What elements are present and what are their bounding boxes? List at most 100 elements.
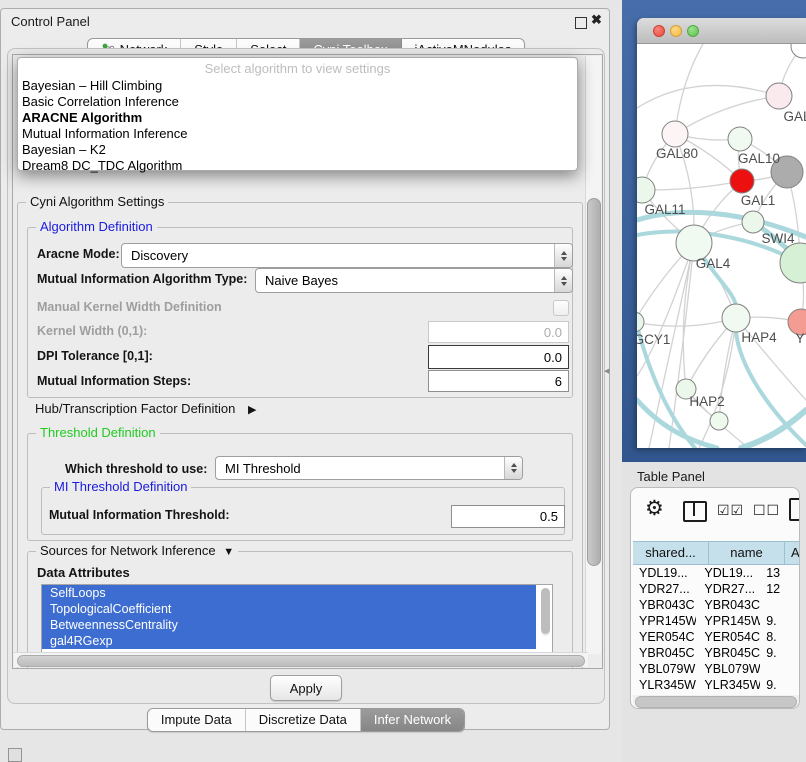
network-edge xyxy=(637,85,779,108)
which-threshold-label: Which threshold to use: xyxy=(65,462,207,476)
network-node-small-bottom[interactable] xyxy=(710,412,728,430)
algorithm-option[interactable]: Basic Correlation Inference xyxy=(18,94,577,110)
table-cell xyxy=(760,597,799,613)
table-row[interactable]: YDL19...YDL19...13 xyxy=(633,565,799,581)
table-cell: 9. xyxy=(760,677,799,693)
settings-horizontal-scrollbar[interactable] xyxy=(14,652,588,667)
node-label: GAL4 xyxy=(696,256,731,271)
network-node-n-top[interactable] xyxy=(791,44,806,58)
list-scrollbar[interactable] xyxy=(541,588,550,636)
which-threshold-select[interactable]: MI Threshold xyxy=(215,456,523,480)
list-item-selected[interactable]: SelfLoops xyxy=(42,585,536,601)
close-traffic-light[interactable] xyxy=(653,25,665,37)
selected-value: MI Threshold xyxy=(216,461,504,476)
float-window-icon[interactable] xyxy=(575,17,587,29)
table-header: shared... name A xyxy=(633,541,800,565)
column-header-shared[interactable]: shared... xyxy=(633,542,709,564)
list-item-selected[interactable]: BetweennessCentrality xyxy=(42,617,536,633)
network-node-HAP4[interactable] xyxy=(722,304,750,332)
node-label: HAP4 xyxy=(741,330,777,345)
table-cell xyxy=(760,661,799,677)
table-row[interactable]: YBR043CYBR043C xyxy=(633,597,799,613)
algorithm-option[interactable]: Dream8 DC_TDC Algorithm xyxy=(18,158,577,174)
table-row[interactable]: YLR345WYLR345W9. xyxy=(633,677,799,693)
select-all-checkboxes-icon[interactable]: ☑☑ xyxy=(717,502,744,519)
sources-title: Sources for Network Inference xyxy=(40,543,216,558)
tab-infer-network[interactable]: Infer Network xyxy=(361,709,464,731)
manual-kernel-width-label: Manual Kernel Width Definition xyxy=(37,300,222,314)
selected-value: Discovery xyxy=(122,248,554,263)
group-title: Sources for Network Inference ▼ xyxy=(36,543,238,558)
mi-algorithm-type-label: Mutual Information Algorithm Type: xyxy=(37,272,247,286)
network-window-titlebar[interactable] xyxy=(637,18,806,44)
table-cell: 8. xyxy=(760,629,799,645)
selected-value: Naive Bayes xyxy=(256,273,554,288)
mi-algorithm-type-select[interactable]: Naive Bayes xyxy=(255,268,573,293)
dropdown-placeholder: Select algorithm to view settings xyxy=(18,61,577,78)
column-layout-icon[interactable] xyxy=(683,501,707,522)
tab-discretize-data[interactable]: Discretize Data xyxy=(246,709,361,731)
expanded-arrow-icon[interactable]: ▼ xyxy=(223,546,234,558)
kernel-width-field[interactable]: 0.0 xyxy=(428,321,569,343)
network-node-GCY1[interactable] xyxy=(637,312,644,332)
scrollbar-thumb[interactable] xyxy=(17,655,585,667)
table-row[interactable]: YPR145WYPR145W9. xyxy=(633,613,799,629)
split-pane-collapse-icon[interactable]: ◀ xyxy=(604,367,609,375)
table-cell: YER054C xyxy=(633,629,696,645)
manual-kernel-width-checkbox[interactable] xyxy=(553,300,569,316)
document-icon[interactable] xyxy=(789,498,800,521)
table-cell: YBR043C xyxy=(633,597,696,613)
dpi-tolerance-field[interactable]: 0.0 xyxy=(428,345,569,369)
close-icon[interactable]: ✖ xyxy=(591,12,602,28)
scrollbar-thumb[interactable] xyxy=(587,198,601,566)
stepper-arrows-icon[interactable] xyxy=(504,457,522,479)
algorithm-option[interactable]: Bayesian – Hill Climbing xyxy=(18,78,577,94)
algorithm-option[interactable]: Mutual Information Inference xyxy=(18,126,577,142)
table-horizontal-scrollbar[interactable] xyxy=(633,695,799,708)
table-cell: 13 xyxy=(760,565,799,581)
deselect-all-checkboxes-icon[interactable]: ☐☐ xyxy=(753,502,780,519)
table-row[interactable]: YBL079WYBL079W xyxy=(633,661,799,677)
settings-vertical-scrollbar[interactable] xyxy=(585,56,601,654)
minimize-traffic-light[interactable] xyxy=(670,25,682,37)
stepper-arrows-icon[interactable] xyxy=(554,244,572,267)
network-node-GAL80[interactable] xyxy=(662,121,688,147)
list-item-selected[interactable]: TopologicalCoefficient xyxy=(42,601,536,617)
column-header-third[interactable]: A xyxy=(785,542,800,564)
node-label: Y xyxy=(795,331,804,346)
network-canvas[interactable]: GALGAL80GAL10GAL1GAL11SWI4GAL4GCY1HAP4YH… xyxy=(637,44,806,448)
algorithm-option-selected[interactable]: ARACNE Algorithm xyxy=(18,110,577,126)
tab-impute-data[interactable]: Impute Data xyxy=(148,709,246,731)
list-item-selected[interactable]: gal4RGexp xyxy=(42,633,536,649)
gear-icon[interactable]: ⚙ xyxy=(645,496,664,521)
network-node-GAL11[interactable] xyxy=(637,177,655,203)
collapsed-arrow-icon[interactable]: ▶ xyxy=(248,404,256,416)
network-graph[interactable]: GALGAL80GAL10GAL1GAL11SWI4GAL4GCY1HAP4YH… xyxy=(637,44,806,448)
network-node-SWI4[interactable] xyxy=(742,211,764,233)
network-node-GAL[interactable] xyxy=(766,83,792,109)
stepper-arrows-icon[interactable] xyxy=(554,269,572,292)
minimized-panel-icon[interactable] xyxy=(8,748,22,762)
table-cell: YER054C xyxy=(696,629,760,645)
hub-definition-toggle[interactable]: Hub/Transcription Factor Definition ▶ xyxy=(35,401,256,416)
table-row[interactable]: YER054CYER054C8. xyxy=(633,629,799,645)
zoom-traffic-light[interactable] xyxy=(687,25,699,37)
aracne-mode-select[interactable]: Discovery xyxy=(121,243,573,268)
data-attributes-list[interactable]: SelfLoops TopologicalCoefficient Between… xyxy=(41,584,553,655)
table-cell: 9. xyxy=(760,645,799,661)
table-row[interactable]: YBR045CYBR045C9. xyxy=(633,645,799,661)
mi-threshold-field[interactable]: 0.5 xyxy=(451,505,565,528)
table-row[interactable]: YDR27...YDR27...12 xyxy=(633,581,799,597)
apply-button[interactable]: Apply xyxy=(270,675,342,701)
scrollbar-thumb[interactable] xyxy=(635,696,797,708)
algorithm-option[interactable]: Bayesian – K2 xyxy=(18,142,577,158)
network-node-GAL1[interactable] xyxy=(730,169,754,193)
node-label: GAL xyxy=(783,109,806,124)
node-label: GAL10 xyxy=(738,151,780,166)
column-header-name[interactable]: name xyxy=(709,542,785,564)
network-edge xyxy=(675,96,779,134)
scrollbar-thumb[interactable] xyxy=(541,588,550,634)
table-cell: YBR045C xyxy=(696,645,760,661)
mi-steps-field[interactable]: 6 xyxy=(428,370,569,392)
network-node-GAL10[interactable] xyxy=(728,127,752,151)
